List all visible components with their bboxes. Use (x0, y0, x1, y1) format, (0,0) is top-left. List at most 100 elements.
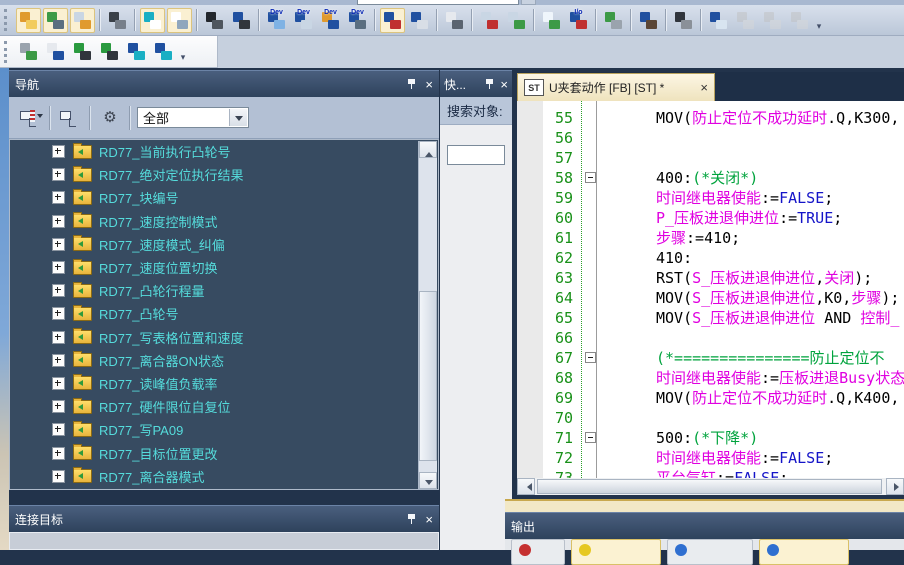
tree-item[interactable]: RD77_绝对定位执行结果 (10, 163, 438, 186)
comment-jump-icon[interactable] (151, 39, 176, 64)
close-icon[interactable]: × (425, 78, 433, 91)
code-line[interactable]: 73平台气缸:=FALSE; (517, 468, 904, 478)
code-line[interactable]: 58400:(*关闭*) (517, 168, 904, 188)
code-line[interactable]: 68时间继电器使能:=压板进退Busy状态 (517, 368, 904, 388)
close-icon[interactable]: × (425, 513, 433, 526)
expand-icon[interactable] (52, 284, 65, 297)
module-configuration-icon[interactable] (105, 8, 130, 33)
tree-item[interactable]: RD77_写表格位置和速度 (10, 326, 438, 349)
device-batch-icon[interactable]: Dev (345, 8, 370, 33)
program-check-icon[interactable] (70, 8, 95, 33)
pin-icon[interactable] (406, 78, 417, 90)
search-input[interactable] (447, 145, 505, 165)
output-filter-messages-button[interactable] (667, 539, 753, 565)
tree-item[interactable]: RD77_速度位置切换 (10, 256, 438, 279)
zoom-window-icon[interactable] (706, 8, 731, 33)
watch-register-icon[interactable] (407, 8, 432, 33)
find-disabled-icon[interactable] (760, 8, 785, 33)
write-to-plc-icon[interactable] (43, 8, 68, 33)
code-line[interactable]: 56 (517, 128, 904, 148)
code-editor[interactable]: 55MOV(防止定位不成功延时.Q,K300,565758400:(*关闭*)5… (517, 101, 904, 478)
tree-item[interactable]: RD77_离合器模式 (10, 465, 438, 488)
tree-scrollbar[interactable] (418, 141, 437, 489)
scrollbar-thumb[interactable] (537, 479, 882, 494)
expand-icon[interactable] (52, 470, 65, 483)
tab-u-jacket-action[interactable]: ST U夹套动作 [FB] [ST] * × (517, 73, 715, 101)
expand-tree-button[interactable] (17, 106, 43, 130)
expand-icon[interactable] (52, 331, 65, 344)
fold-collapse-icon[interactable] (585, 352, 596, 363)
project-tree-icon[interactable] (16, 8, 41, 33)
find-next-icon[interactable] (97, 39, 122, 64)
code-line[interactable]: 63RST(S_压板进退伸进位,关闭); (517, 268, 904, 288)
scrollbar-thumb[interactable] (419, 291, 437, 461)
toolbar-overflow-icon[interactable]: ▾ (813, 9, 825, 32)
expand-icon[interactable] (52, 400, 65, 413)
parameter-edit-icon[interactable] (477, 8, 502, 33)
output-filter-errors-button[interactable] (511, 539, 565, 565)
undo-icon[interactable] (16, 39, 41, 64)
tree-item[interactable]: RD77_块编号 (10, 186, 438, 209)
tree-item[interactable]: RD77_硬件限位自复位 (10, 395, 438, 418)
expand-icon[interactable] (52, 168, 65, 181)
tree-item[interactable]: RD77_凸轮号 (10, 302, 438, 325)
expand-icon[interactable] (52, 377, 65, 390)
expand-icon[interactable] (52, 145, 65, 158)
scroll-down-button[interactable] (419, 472, 437, 489)
toolbar2-overflow-icon[interactable]: ▾ (177, 40, 189, 63)
code-line[interactable]: 71500:(*下降*) (517, 428, 904, 448)
code-line[interactable]: 72时间继电器使能:=FALSE; (517, 448, 904, 468)
close-icon[interactable]: × (500, 78, 508, 91)
code-line[interactable]: 57 (517, 148, 904, 168)
expand-icon[interactable] (52, 447, 65, 460)
output-filter-info-button[interactable] (759, 539, 849, 565)
scroll-left-button[interactable] (517, 478, 535, 495)
tree-item[interactable]: RD77_当前执行凸轮号 (10, 140, 438, 163)
pin-icon[interactable] (484, 78, 495, 90)
scroll-up-button[interactable] (419, 141, 437, 158)
tree-item[interactable]: RD77_速度控制模式 (10, 210, 438, 233)
find-icon[interactable] (202, 8, 227, 33)
list-disabled-icon[interactable] (787, 8, 812, 33)
dropdown-arrow-button[interactable] (229, 109, 247, 126)
expand-icon[interactable] (52, 307, 65, 320)
find-in-window-icon[interactable] (229, 8, 254, 33)
dock-window-icon[interactable] (733, 8, 758, 33)
code-line[interactable]: 62410: (517, 248, 904, 268)
expand-icon[interactable] (52, 238, 65, 251)
device-find-icon[interactable]: Dev (264, 8, 289, 33)
code-line[interactable]: 65MOV(S_压板进退伸进位 AND 控制_ (517, 308, 904, 328)
toolbar-grip[interactable] (4, 9, 12, 31)
tree-item[interactable]: RD77_离合器ON状态 (10, 349, 438, 372)
settings-button[interactable]: ⚙ (97, 106, 123, 130)
scroll-right-button[interactable] (886, 478, 904, 495)
tab-close-icon[interactable]: × (700, 80, 708, 95)
pin-icon[interactable] (406, 513, 417, 525)
device-jump-icon[interactable] (124, 39, 149, 64)
code-line[interactable]: 66 (517, 328, 904, 348)
tree-item[interactable]: RD77_凸轮行程量 (10, 279, 438, 302)
code-line[interactable]: 60P_压板进退伸进位:=TRUE; (517, 208, 904, 228)
code-line[interactable]: 69MOV(防止定位不成功延时.Q,K400, (517, 388, 904, 408)
ladder-display-icon[interactable] (140, 8, 165, 33)
tree-item[interactable]: RD77_写PA09 (10, 418, 438, 441)
fold-collapse-icon[interactable] (585, 172, 596, 183)
module-diagnostics-icon[interactable] (601, 8, 626, 33)
device-replace-icon[interactable]: Dev (318, 8, 343, 33)
code-line[interactable]: 61步骤:=410; (517, 228, 904, 248)
expand-icon[interactable] (52, 191, 65, 204)
parameter-verify-icon[interactable] (504, 8, 529, 33)
code-line[interactable]: 70 (517, 408, 904, 428)
tree-item[interactable]: RD77_速度模式_纠偏 (10, 233, 438, 256)
fold-collapse-icon[interactable] (585, 432, 596, 443)
tree-item[interactable]: RD77_读峰值负载率 (10, 372, 438, 395)
output-filter-warnings-button[interactable] (571, 539, 661, 565)
label-edit-icon[interactable] (539, 8, 564, 33)
watch-start-icon[interactable] (380, 8, 405, 33)
horizontal-scrollbar[interactable] (517, 478, 904, 495)
expand-icon[interactable] (52, 354, 65, 367)
code-line[interactable]: 59时间继电器使能:=FALSE; (517, 188, 904, 208)
collapse-tree-button[interactable] (57, 106, 83, 130)
outline-view-icon[interactable] (442, 8, 467, 33)
comment-display-icon[interactable] (167, 8, 192, 33)
